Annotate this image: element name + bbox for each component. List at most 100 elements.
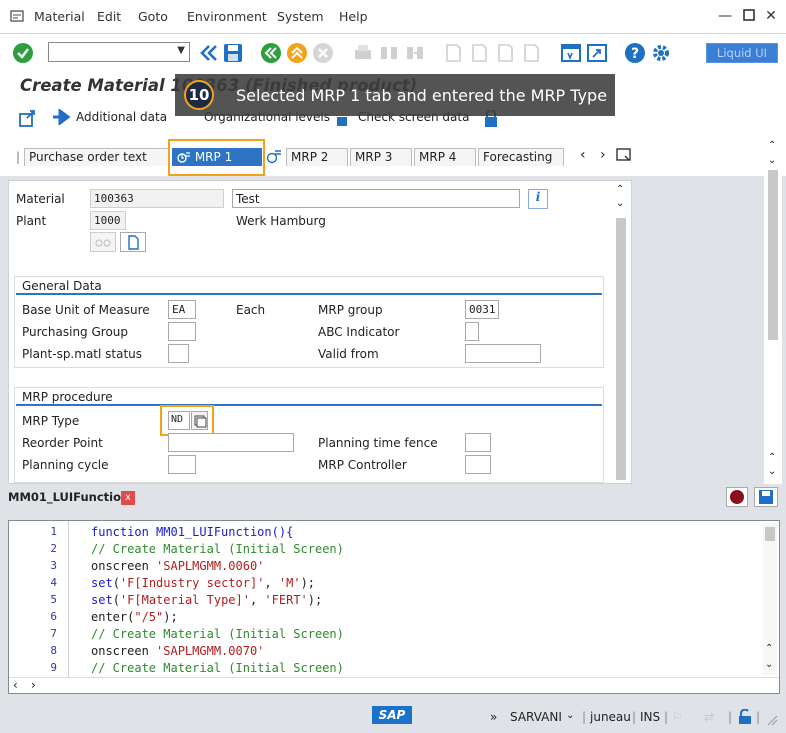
status-expand-icon[interactable]: » [490,710,497,724]
menu-goto[interactable]: Goto [138,9,168,24]
tab-mrp-2[interactable]: MRP 2 [286,148,348,166]
tab-forecasting[interactable]: Forecasting [478,148,564,166]
additional-data-button[interactable]: Additional data [76,110,167,124]
unlock-icon[interactable] [738,708,752,728]
shortcut-icon[interactable] [586,42,608,64]
next-page-icon[interactable] [494,42,516,64]
scroll-down-icon[interactable]: ⌄ [616,198,624,209]
tab-label: MRP 4 [419,150,457,164]
settings-gear-icon[interactable] [650,42,672,64]
script-tab[interactable]: MM01_LUIFunction [8,490,129,504]
close-tab-icon[interactable]: x [121,491,135,505]
find-icon[interactable] [378,42,400,64]
status-bar: SAP » SARVANI ⌄ | juneau | INS | ⚐ ⇄ | | [0,700,786,733]
first-page-icon[interactable] [442,42,464,64]
views-icon[interactable] [18,108,38,131]
base-uom-field[interactable]: EA [168,300,196,319]
scroll-down-icon[interactable]: ⌄ [768,155,776,166]
scroll-up-icon[interactable]: ⌃ [768,452,776,463]
system-dropdown-icon[interactable]: ⌄ [566,710,574,721]
print-icon[interactable] [352,42,374,64]
code-line[interactable]: // Create Material (Initial Screen) [91,627,344,641]
code-line[interactable]: onscreen 'SAPLMGMM.0070' [91,644,264,658]
menu-environment[interactable]: Environment [187,9,267,24]
planning-time-fence-label: Planning time fence [318,436,438,450]
scroll-down-icon[interactable]: ⌄ [765,659,773,670]
status-icon-1: ⚐ [672,710,683,724]
back-icon[interactable] [260,42,282,64]
last-page-icon[interactable] [520,42,542,64]
prev-page-icon[interactable] [468,42,490,64]
code-line[interactable]: // Create Material (Initial Screen) [91,661,344,675]
save-icon[interactable] [222,42,244,64]
form-scroll-thumb[interactable] [616,218,626,480]
system-name[interactable]: SARVANI [510,710,562,724]
command-dropdown-icon[interactable]: ▼ [177,45,185,56]
menu-system[interactable]: System [277,9,324,24]
create-session-icon[interactable] [560,42,582,64]
valid-from-field[interactable] [465,344,541,363]
code-line[interactable]: // Create Material (Initial Screen) [91,542,344,556]
code-line[interactable]: set('F[Material Type]', 'FERT'); [91,593,322,607]
scroll-up-icon[interactable]: ⌃ [765,643,773,654]
help-icon[interactable]: ? [624,42,646,64]
code-line[interactable]: function MM01_LUIFunction(){ [91,525,293,539]
script-editor[interactable]: 1 2 3 4 5 6 7 8 9 function MM01_LUIFunction(){//… [8,520,780,694]
double-left-icon[interactable] [198,42,220,64]
scroll-up-icon[interactable]: ⌃ [616,184,624,195]
tab-scroll-right-icon[interactable]: › [600,147,606,163]
maximize-icon[interactable] [742,9,756,23]
reorder-point-field[interactable] [168,433,294,452]
editor-scrollbar[interactable]: ⌃ ⌄ [763,523,777,675]
planning-cycle-field[interactable] [168,455,196,474]
tab-scroll-left-icon[interactable]: ‹ [580,147,586,163]
tab-purchase-order-text[interactable]: Purchase order text [24,148,170,166]
menu-help[interactable]: Help [339,9,368,24]
resize-grip-icon[interactable] [766,714,778,729]
input-mode[interactable]: INS [640,710,660,724]
scroll-down-icon[interactable]: ⌄ [768,466,776,477]
purchasing-group-label: Purchasing Group [22,325,129,339]
code-line[interactable]: enter("/5"); [91,610,178,624]
new-document-icon[interactable] [120,232,146,252]
editor-hscrollbar[interactable]: ‹ › [9,677,779,693]
mrp-controller-field[interactable] [465,455,491,474]
enter-check-icon[interactable] [12,42,34,64]
info-icon[interactable]: i [528,189,548,209]
tab-strip: | Purchase order text MRP 1 MRP 2 MRP 3 … [0,138,786,176]
command-field[interactable]: ▼ [48,42,190,62]
tab-list-icon[interactable] [616,148,632,165]
exit-icon[interactable] [286,42,308,64]
outer-scrollbar[interactable]: ⌃ ⌄ ⌃ ⌄ [764,138,782,484]
record-icon[interactable] [726,487,748,507]
planning-time-fence-field[interactable] [465,433,491,452]
menu-material[interactable]: Material [34,9,85,24]
tab-mrp-3[interactable]: MRP 3 [350,148,412,166]
plant-status-field[interactable] [168,344,189,363]
minimize-icon[interactable]: — [718,9,732,23]
material-description-field[interactable]: Test [232,189,520,208]
menu-edit[interactable]: Edit [97,9,121,24]
tab-mrp-4[interactable]: MRP 4 [414,148,476,166]
close-icon[interactable]: ✕ [764,9,778,23]
liquid-ui-button[interactable]: Liquid UI [706,43,778,63]
mrp-group-field[interactable]: 0031 [465,300,499,319]
scroll-up-icon[interactable]: ⌃ [768,140,776,151]
save-script-icon[interactable] [754,487,778,507]
purchasing-group-field[interactable] [168,322,196,341]
window-menu-icon[interactable] [10,9,24,23]
outer-scroll-thumb[interactable] [768,170,778,340]
cancel-icon[interactable] [312,42,334,64]
display-glasses-icon[interactable] [90,232,116,252]
editor-scroll-thumb[interactable] [765,527,775,541]
code-line[interactable]: onscreen 'SAPLMGMM.0060' [91,559,264,573]
abc-indicator-field[interactable] [465,322,479,341]
abc-indicator-label: ABC Indicator [318,325,400,339]
code-line[interactable]: set('F[Industry sector]', 'M'); [91,576,315,590]
valid-from-label: Valid from [318,347,379,361]
mrp-tab-icon [266,148,282,167]
form-scrollbar[interactable]: ⌃ ⌄ [614,184,628,482]
scroll-left-icon[interactable]: ‹ [13,678,18,692]
scroll-right-icon[interactable]: › [31,678,36,692]
find-next-icon[interactable] [404,42,426,64]
